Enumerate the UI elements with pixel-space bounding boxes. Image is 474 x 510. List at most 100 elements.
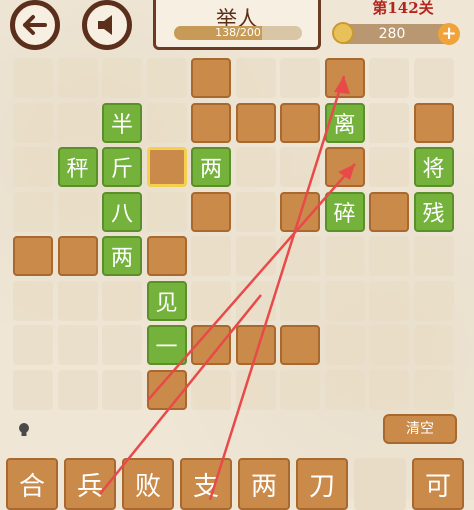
word-tile[interactable]: 斤 (102, 147, 142, 187)
answer-slot[interactable] (324, 58, 365, 98)
empty-slot (57, 369, 98, 410)
word-tile[interactable]: 八 (102, 191, 142, 232)
empty-slot (57, 325, 98, 365)
selected-slot[interactable] (146, 147, 187, 187)
empty-slot (13, 325, 53, 365)
empty-slot (13, 280, 53, 321)
level-label: 第142关 (372, 0, 434, 17)
choice-tile[interactable]: 两 (238, 458, 290, 510)
empty-slot (235, 191, 276, 232)
answer-slot[interactable] (191, 102, 231, 143)
empty-slot (369, 147, 409, 187)
empty-slot (191, 369, 231, 410)
back-arrow-icon (23, 15, 47, 35)
empty-slot (102, 280, 142, 321)
empty-slot (235, 369, 276, 410)
empty-slot (324, 369, 365, 410)
answer-slot[interactable] (146, 369, 187, 410)
answer-slot[interactable] (13, 236, 53, 276)
empty-slot (235, 236, 276, 276)
empty-slot (102, 369, 142, 410)
coin-count: 280 (378, 26, 406, 42)
empty-slot (235, 280, 276, 321)
empty-slot (13, 147, 53, 187)
empty-slot (146, 191, 187, 232)
empty-slot (324, 280, 365, 321)
answer-slot[interactable] (280, 191, 320, 232)
answer-slot[interactable] (146, 236, 187, 276)
choice-tile[interactable]: 合 (6, 458, 58, 510)
empty-slot (413, 236, 454, 276)
empty-slot (413, 325, 454, 365)
clear-button[interactable]: 清空 (383, 414, 457, 444)
answer-slot[interactable] (191, 58, 231, 98)
progress-bar: 138/200 (174, 26, 302, 40)
empty-slot (102, 325, 142, 365)
answer-slot[interactable] (413, 102, 454, 143)
empty-slot (57, 102, 98, 143)
choice-tile[interactable]: 可 (412, 458, 464, 510)
empty-slot (191, 236, 231, 276)
coin-bar: 280 + (332, 22, 460, 45)
empty-slot (102, 58, 142, 98)
empty-slot (13, 191, 53, 232)
word-tile[interactable]: 两 (191, 147, 231, 187)
word-tile[interactable]: 两 (102, 236, 142, 276)
plus-icon[interactable]: + (438, 23, 460, 45)
empty-slot (369, 236, 409, 276)
empty-slot (13, 58, 53, 98)
word-tile[interactable]: 将 (413, 147, 454, 187)
speaker-icon (98, 15, 112, 35)
empty-slot (57, 280, 98, 321)
answer-slot[interactable] (191, 325, 231, 365)
answer-slot[interactable] (57, 236, 98, 276)
answer-slot[interactable] (191, 191, 231, 232)
empty-slot (13, 102, 53, 143)
choice-tile[interactable]: 败 (122, 458, 174, 510)
empty-slot (57, 58, 98, 98)
empty-slot (280, 369, 320, 410)
empty-slot (280, 147, 320, 187)
answer-slot[interactable] (280, 325, 320, 365)
empty-slot (369, 369, 409, 410)
answer-slot[interactable] (235, 102, 276, 143)
word-tile[interactable]: 残 (413, 191, 454, 232)
empty-slot (369, 58, 409, 98)
choice-tile[interactable]: 支 (180, 458, 232, 510)
empty-slot (13, 369, 53, 410)
answer-slot[interactable] (324, 147, 365, 187)
empty-slot (413, 280, 454, 321)
back-button[interactable] (10, 0, 60, 50)
empty-slot (235, 58, 276, 98)
empty-slot (280, 280, 320, 321)
empty-slot (235, 147, 276, 187)
empty-slot (280, 236, 320, 276)
empty-slot (280, 58, 320, 98)
word-tile[interactable]: 碎 (324, 191, 365, 232)
empty-slot (369, 102, 409, 143)
word-tile[interactable]: 见 (146, 280, 187, 321)
word-tile[interactable]: 离 (324, 102, 365, 143)
answer-slot[interactable] (369, 191, 409, 232)
sound-button[interactable] (82, 0, 132, 50)
empty-slot (413, 58, 454, 98)
empty-slot (146, 102, 187, 143)
empty-slot (369, 325, 409, 365)
empty-slot (324, 236, 365, 276)
lightbulb-icon[interactable] (16, 422, 32, 438)
progress-text: 138/200 (215, 26, 261, 39)
empty-slot (324, 325, 365, 365)
empty-slot (146, 58, 187, 98)
word-tile[interactable]: 一 (146, 325, 187, 365)
answer-slot[interactable] (280, 102, 320, 143)
answer-slot[interactable] (235, 325, 276, 365)
empty-slot (191, 280, 231, 321)
word-tile[interactable]: 半 (102, 102, 142, 143)
word-tile[interactable]: 秤 (57, 147, 98, 187)
empty-slot (369, 280, 409, 321)
choice-tile[interactable]: 刀 (296, 458, 348, 510)
empty-slot (413, 369, 454, 410)
empty-slot (57, 191, 98, 232)
choice-tile[interactable] (354, 458, 406, 510)
choice-tile[interactable]: 兵 (64, 458, 116, 510)
